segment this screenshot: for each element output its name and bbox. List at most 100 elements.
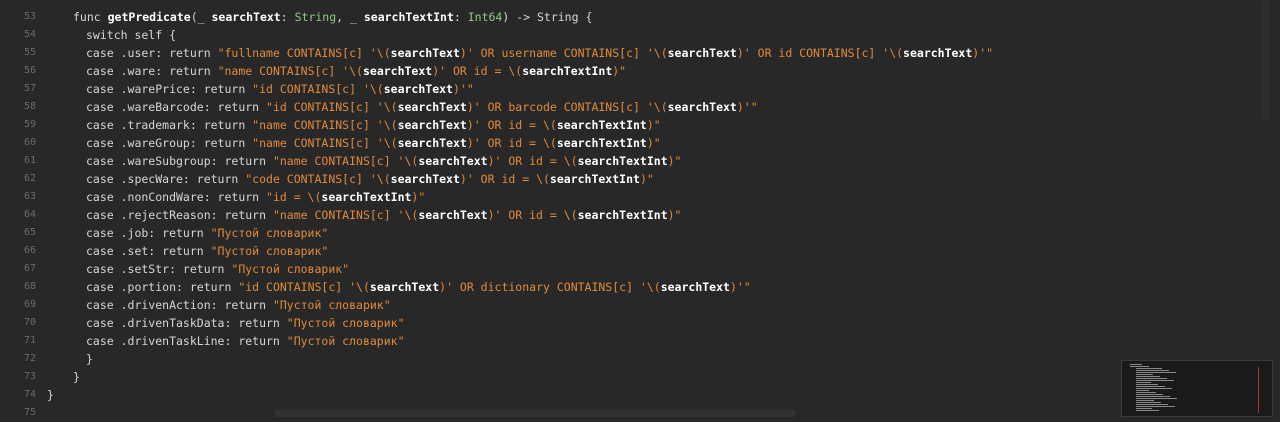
code-line[interactable]: 53 func getPredicate(_ searchText: String… (0, 8, 1120, 26)
line-number: 74 (23, 389, 36, 400)
code-token: "Пустой словарик" (272, 298, 391, 312)
code-token: "name CONTAINS[c] '\( (252, 118, 398, 132)
code-text: case .trademark: return "name CONTAINS[c… (86, 116, 661, 134)
code-text: case .job: return "Пустой словарик" (86, 224, 328, 242)
code-line[interactable]: 71 case .drivenTaskLine: return "Пустой с… (0, 332, 1120, 350)
code-token: searchTextInt (321, 190, 412, 204)
minimap-line (1136, 372, 1176, 373)
code-line[interactable]: 63 case .nonCondWare: return "id = \(sear… (0, 188, 1120, 206)
code-token: case .job: return (86, 226, 211, 240)
code-line[interactable]: 62 case .specWare: return "code CONTAINS[… (0, 170, 1120, 188)
code-text: case .user: return "fullname CONTAINS[c]… (86, 44, 993, 62)
code-token: )'" (972, 46, 994, 60)
code-token: (_ (190, 10, 212, 24)
line-number: 71 (23, 335, 36, 346)
code-line[interactable]: 54 switch self { (0, 26, 1120, 44)
code-line[interactable]: 61 case .wareSubgroup: return "name CONTA… (0, 152, 1120, 170)
code-token: : (280, 10, 295, 24)
minimap-line (1136, 384, 1158, 385)
minimap[interactable] (1121, 360, 1273, 417)
code-token: searchTextInt (522, 64, 613, 78)
code-token: } (73, 370, 80, 384)
code-token: searchTextInt (577, 154, 668, 168)
code-line[interactable]: 56 case .ware: return "name CONTAINS[c] '… (0, 62, 1120, 80)
code-line[interactable]: 68 case .portion: return "id CONTAINS[c] … (0, 278, 1120, 296)
code-text: switch self { (86, 26, 176, 44)
minimap-line (1136, 386, 1165, 387)
code-line[interactable]: 60 case .wareGroup: return "name CONTAINS… (0, 134, 1120, 152)
minimap-line (1136, 368, 1162, 369)
code-line[interactable]: 67 case .setStr: return "Пустой словарик" (0, 260, 1120, 278)
code-token: "name CONTAINS[c] '\( (272, 208, 419, 222)
code-line[interactable]: 64 case .rejectReason: return "name CONTA… (0, 206, 1120, 224)
vertical-scrollbar[interactable] (1262, 0, 1270, 120)
minimap-line (1136, 402, 1161, 403)
minimap-line (1136, 410, 1159, 411)
minimap-line (1136, 404, 1168, 405)
code-line[interactable]: 66 case .set: return "Пустой словарик" (0, 242, 1120, 260)
code-token: } (86, 352, 93, 366)
code-line[interactable]: 59 case .trademark: return "name CONTAINS… (0, 116, 1120, 134)
line-number: 65 (23, 227, 36, 238)
minimap-marker (1258, 367, 1259, 413)
code-token: )' OR id = \( (459, 172, 550, 186)
code-token: "name CONTAINS[c] '\( (252, 136, 398, 150)
code-token: searchText (397, 118, 467, 132)
line-number: 69 (23, 299, 36, 310)
line-number: 75 (23, 407, 36, 418)
code-token: String (536, 10, 579, 24)
code-text: case .nonCondWare: return "id = \(search… (86, 188, 425, 206)
code-token: )" (667, 208, 682, 222)
code-token: )" (646, 118, 661, 132)
minimap-line (1130, 364, 1142, 365)
code-text: } (73, 368, 80, 386)
line-number: 56 (23, 65, 36, 76)
code-token: searchText (397, 100, 467, 114)
code-line[interactable]: 72} (0, 350, 1120, 368)
code-line[interactable]: 73} (0, 368, 1120, 386)
code-token: "id CONTAINS[c] '\( (238, 280, 370, 294)
code-token: case .set: return (86, 244, 211, 258)
code-token: "code CONTAINS[c] '\( (245, 172, 391, 186)
code-token: case .specWare: return (86, 172, 246, 186)
code-token: )' OR id = \( (487, 208, 578, 222)
code-token: )" (612, 64, 627, 78)
line-number: 68 (23, 281, 36, 292)
minimap-line (1136, 392, 1156, 393)
code-text: case .specWare: return "code CONTAINS[c]… (86, 170, 654, 188)
code-line[interactable]: 70 case .drivenTaskData: return "Пустой с… (0, 314, 1120, 332)
minimap-line (1136, 380, 1174, 381)
code-text: case .drivenTaskLine: return "Пустой сло… (86, 332, 405, 350)
code-token: searchText (369, 280, 440, 294)
code-line[interactable]: 55 case .user: return "fullname CONTAINS[… (0, 44, 1120, 62)
code-token: searchText (390, 46, 460, 60)
line-number: 59 (23, 119, 36, 130)
code-line[interactable]: 75 (0, 404, 1120, 422)
code-token: "id CONTAINS[c] '\( (252, 82, 384, 96)
code-text: case .ware: return "name CONTAINS[c] '\(… (86, 62, 626, 80)
line-number: 53 (23, 11, 36, 22)
code-token: case .warePrice: return (86, 82, 253, 96)
code-text: func getPredicate(_ searchText: String, … (73, 8, 592, 26)
code-token: case .nonCondWare: return (86, 190, 267, 204)
line-number: 64 (23, 209, 36, 220)
code-line[interactable]: 74} (0, 386, 1120, 404)
code-token: searchText (660, 280, 730, 294)
code-token: case .wareBarcode: return (86, 100, 267, 114)
code-token: } (47, 388, 54, 402)
minimap-line (1136, 390, 1149, 391)
code-text: case .wareBarcode: return "id CONTAINS[c… (86, 98, 758, 116)
code-line[interactable]: 57 case .warePrice: return "id CONTAINS[c… (0, 80, 1120, 98)
code-line[interactable]: 69 case .drivenAction: return "Пустой сло… (0, 296, 1120, 314)
code-line[interactable]: 65 case .job: return "Пустой словарик" (0, 224, 1120, 242)
code-token: case .trademark: return (86, 118, 253, 132)
line-number: 60 (23, 137, 36, 148)
code-line[interactable]: 58 case .wareBarcode: return "id CONTAINS… (0, 98, 1120, 116)
code-token: func (73, 10, 108, 24)
code-token: searchText (362, 64, 433, 78)
code-token: "Пустой словарик" (210, 226, 329, 240)
code-token: )' OR id CONTAINS[c] '\( (736, 46, 904, 60)
code-editor[interactable]: 53 func getPredicate(_ searchText: String… (0, 0, 1280, 418)
line-number: 55 (23, 47, 36, 58)
code-token: Int64 (467, 10, 503, 24)
